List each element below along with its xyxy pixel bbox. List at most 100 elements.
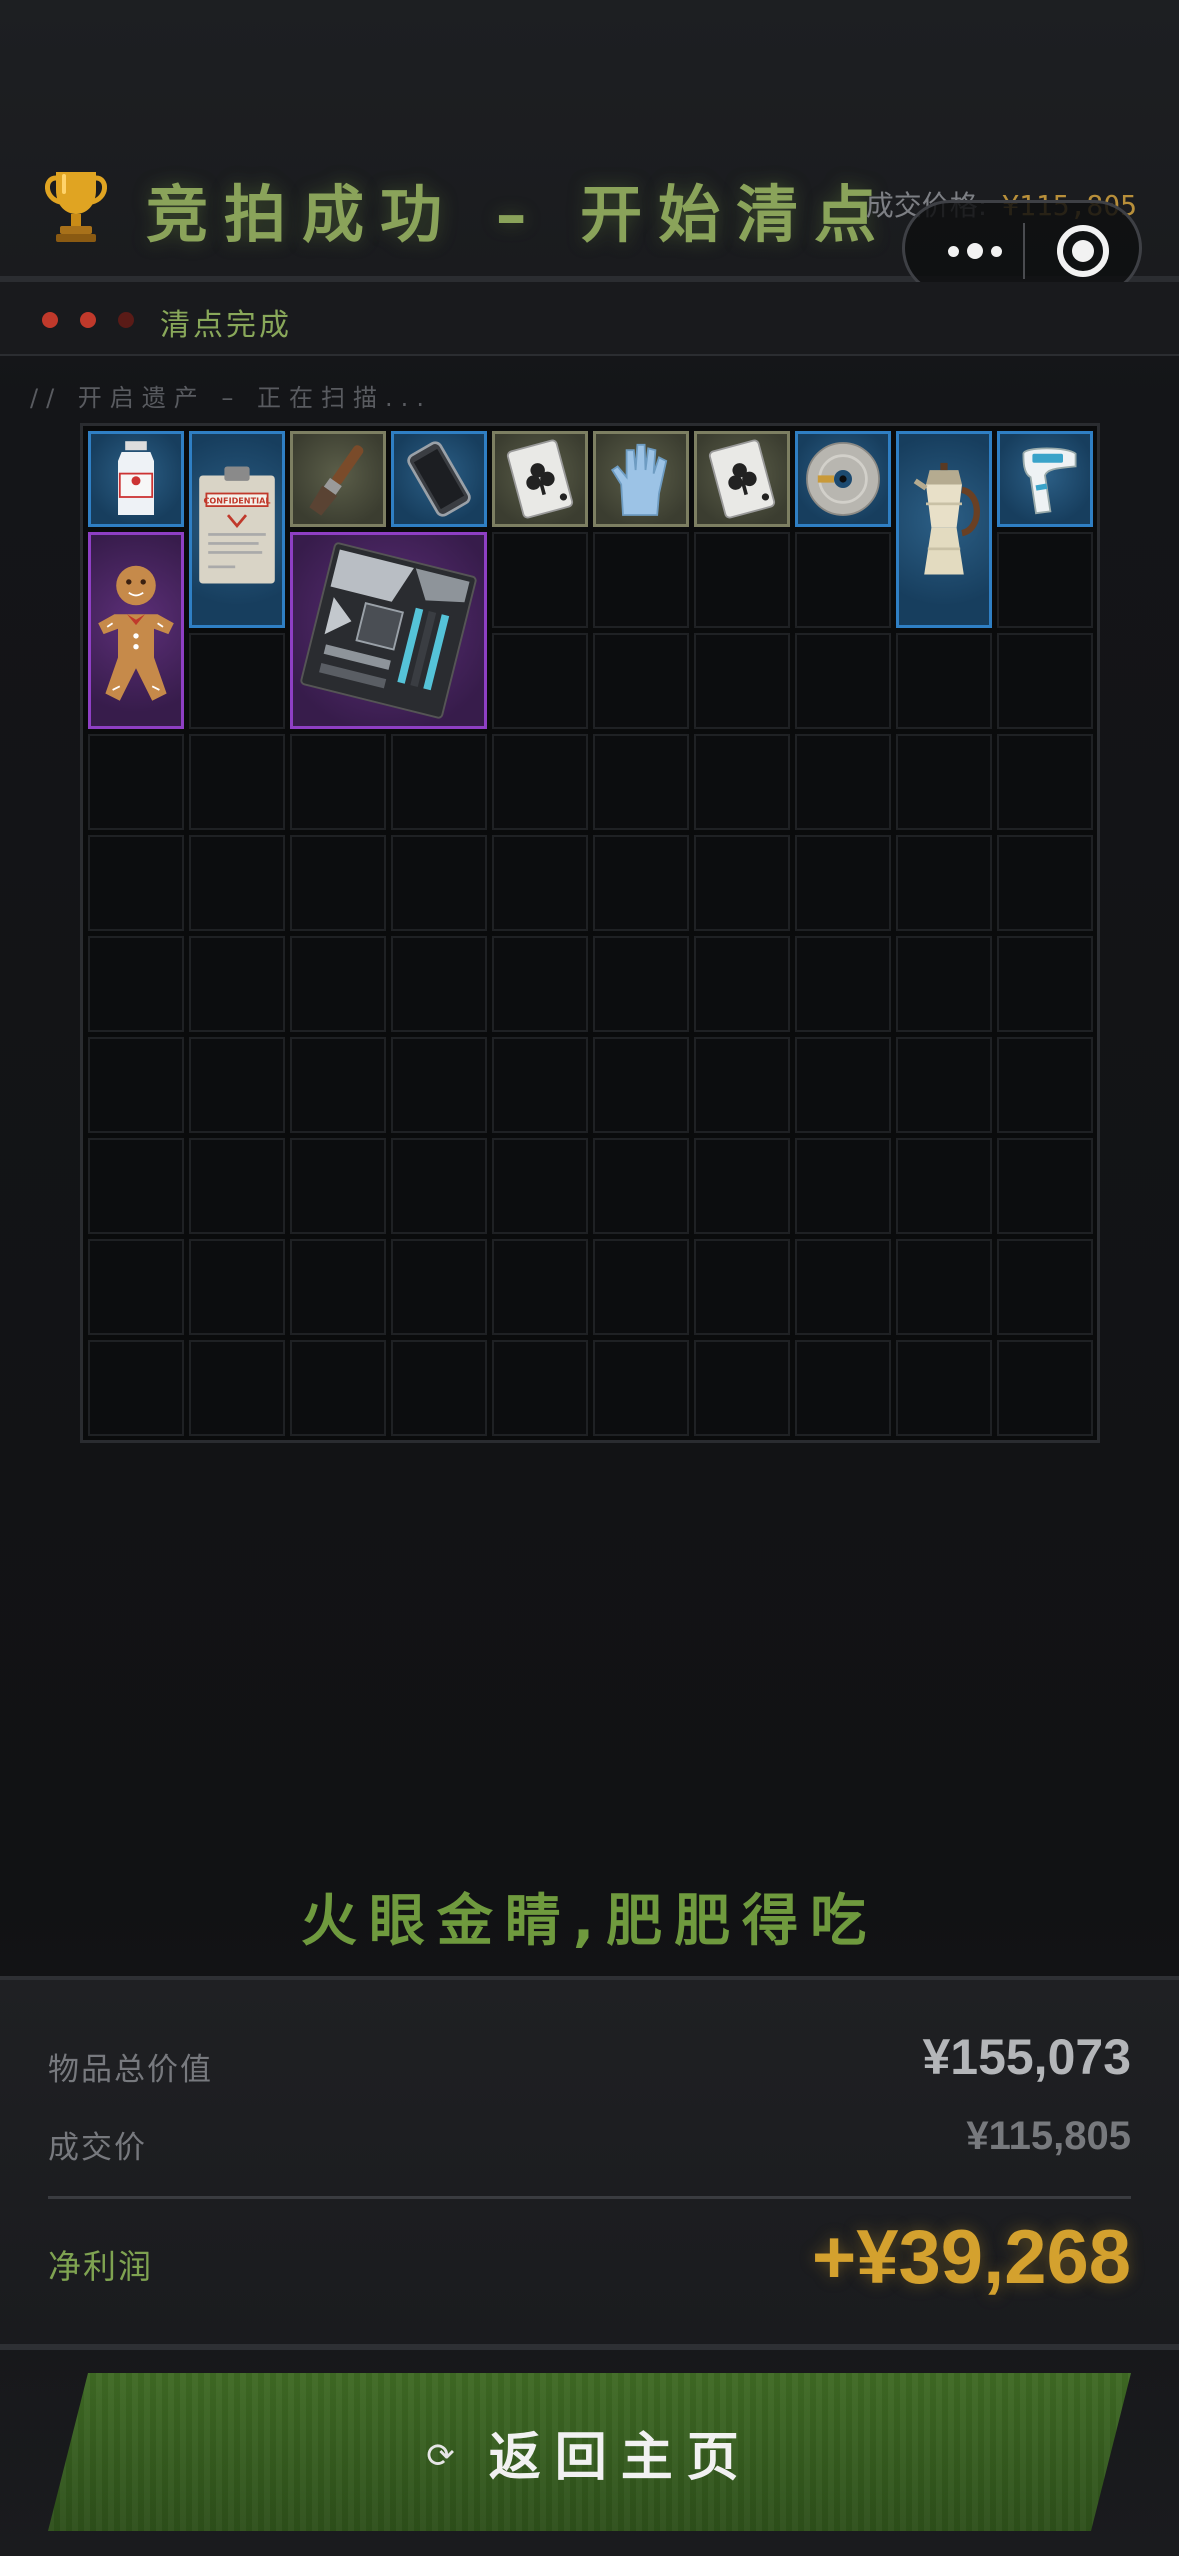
close-miniprogram-icon[interactable] xyxy=(1057,225,1109,277)
water-bottle-item[interactable] xyxy=(88,431,184,527)
empty-grid-slot xyxy=(189,835,285,931)
more-options-button[interactable] xyxy=(935,227,1015,275)
empty-grid-slot xyxy=(290,1037,386,1133)
motherboard-item[interactable] xyxy=(290,532,487,729)
empty-grid-slot xyxy=(593,1037,689,1133)
empty-grid-slot xyxy=(492,1037,588,1133)
empty-grid-slot xyxy=(492,936,588,1032)
empty-grid-slot xyxy=(896,1239,992,1335)
capsule-divider xyxy=(1023,223,1025,279)
scan-status-text: // 开启遗产 – 正在扫描... xyxy=(30,384,432,412)
empty-grid-slot xyxy=(997,1239,1093,1335)
empty-grid-slot xyxy=(189,1037,285,1133)
empty-grid-slot xyxy=(896,1138,992,1234)
more-dots-icon xyxy=(948,245,959,257)
playing-card-item[interactable] xyxy=(694,431,790,527)
empty-grid-slot xyxy=(997,936,1093,1032)
page-title: 竞拍成功 – 开始清点 xyxy=(146,178,893,251)
empty-grid-slot xyxy=(88,734,184,830)
empty-grid-slot xyxy=(391,1138,487,1234)
rubber-glove-item[interactable] xyxy=(593,431,689,527)
empty-grid-slot xyxy=(492,532,588,628)
empty-grid-slot xyxy=(593,734,689,830)
net-profit-amount: +¥39,268 xyxy=(811,2215,1131,2300)
empty-grid-slot xyxy=(795,734,891,830)
empty-grid-slot xyxy=(896,734,992,830)
gingerbread-man-item[interactable] xyxy=(88,532,184,729)
empty-grid-slot xyxy=(593,1138,689,1234)
empty-grid-slot xyxy=(694,1138,790,1234)
empty-grid-slot xyxy=(795,1138,891,1234)
empty-grid-slot xyxy=(189,1340,285,1436)
empty-grid-slot xyxy=(290,1138,386,1234)
empty-grid-slot xyxy=(492,1340,588,1436)
empty-grid-slot xyxy=(694,1340,790,1436)
thermometer-gun-item[interactable] xyxy=(997,431,1093,527)
svg-text:CONFIDENTIAL: CONFIDENTIAL xyxy=(204,495,271,505)
return-home-button[interactable]: ⟳ 返回主页 xyxy=(48,2373,1131,2531)
total-value-label: 物品总价值 xyxy=(48,2052,213,2088)
empty-grid-slot xyxy=(290,835,386,931)
confidential-clipboard-item[interactable]: CONFIDENTIAL xyxy=(189,431,285,628)
empty-grid-slot xyxy=(391,936,487,1032)
empty-grid-slot xyxy=(593,633,689,729)
paint-brush-item[interactable] xyxy=(290,431,386,527)
more-dots-icon xyxy=(991,245,1002,257)
deal-price-label-summary: 成交价 xyxy=(48,2130,147,2166)
empty-grid-slot xyxy=(189,1138,285,1234)
empty-grid-slot xyxy=(997,835,1093,931)
empty-grid-slot xyxy=(290,734,386,830)
empty-grid-slot xyxy=(391,1239,487,1335)
empty-grid-slot xyxy=(391,734,487,830)
empty-grid-slot xyxy=(997,532,1093,628)
empty-grid-slot xyxy=(189,936,285,1032)
progress-dot xyxy=(42,312,58,328)
empty-grid-slot xyxy=(694,734,790,830)
empty-grid-slot xyxy=(896,1037,992,1133)
cd-disc-item[interactable] xyxy=(795,431,891,527)
empty-grid-slot xyxy=(593,532,689,628)
empty-grid-slot xyxy=(694,633,790,729)
empty-grid-slot xyxy=(896,835,992,931)
empty-grid-slot xyxy=(795,835,891,931)
empty-grid-slot xyxy=(492,734,588,830)
empty-grid-slot xyxy=(391,1340,487,1436)
more-dots-icon xyxy=(967,243,983,259)
empty-grid-slot xyxy=(694,532,790,628)
playing-card-item[interactable] xyxy=(492,431,588,527)
trophy-icon xyxy=(45,172,107,242)
empty-grid-slot xyxy=(795,633,891,729)
moka-pot-item[interactable] xyxy=(896,431,992,628)
empty-grid-slot xyxy=(189,1239,285,1335)
empty-grid-slot xyxy=(88,1037,184,1133)
empty-grid-slot xyxy=(795,936,891,1032)
empty-grid-slot xyxy=(593,835,689,931)
empty-grid-slot xyxy=(896,936,992,1032)
empty-grid-slot xyxy=(795,532,891,628)
empty-grid-slot xyxy=(88,1138,184,1234)
empty-grid-slot xyxy=(694,1239,790,1335)
empty-grid-slot xyxy=(492,633,588,729)
empty-grid-slot xyxy=(593,936,689,1032)
total-value-amount: ¥155,073 xyxy=(922,2029,1131,2085)
empty-grid-slot xyxy=(189,633,285,729)
empty-grid-slot xyxy=(694,1037,790,1133)
empty-grid-slot xyxy=(593,1239,689,1335)
empty-grid-slot xyxy=(492,1239,588,1335)
empty-grid-slot xyxy=(795,1037,891,1133)
inventory-grid: CONFIDENTIAL xyxy=(80,423,1100,1443)
phone-item[interactable] xyxy=(391,431,487,527)
empty-grid-slot xyxy=(88,1239,184,1335)
empty-grid-slot xyxy=(290,1340,386,1436)
empty-grid-slot xyxy=(189,734,285,830)
empty-grid-slot xyxy=(795,1239,891,1335)
empty-grid-slot xyxy=(997,734,1093,830)
empty-grid-slot xyxy=(391,835,487,931)
summary-panel: 物品总价值 ¥155,073 成交价 ¥115,805 净利润 +¥39,268 xyxy=(0,1976,1179,2350)
progress-status-bar: 清点完成 xyxy=(0,282,1179,356)
refresh-icon: ⟳ xyxy=(426,2436,455,2476)
empty-grid-slot xyxy=(795,1340,891,1436)
return-home-label: 返回主页 xyxy=(488,2427,753,2488)
summary-divider xyxy=(48,2196,1131,2199)
empty-grid-slot xyxy=(896,1340,992,1436)
